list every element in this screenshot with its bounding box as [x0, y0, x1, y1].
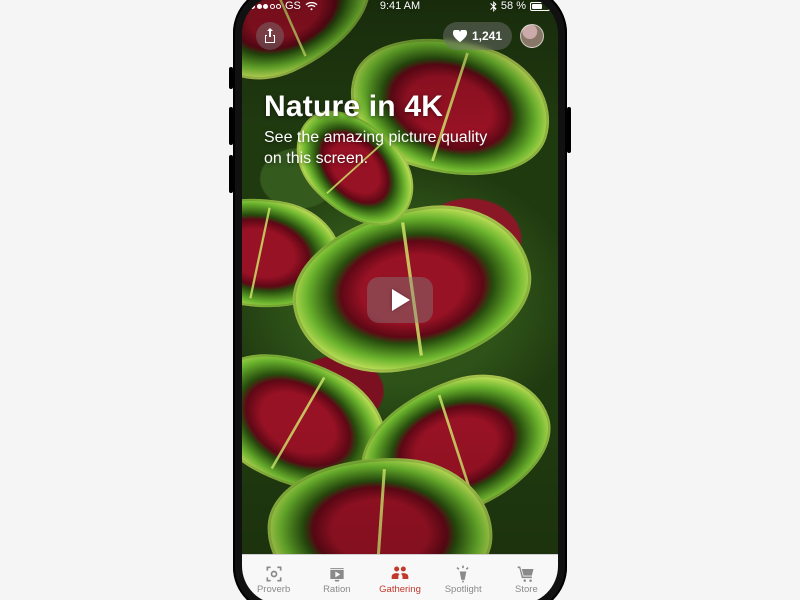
spotlight-icon: [452, 564, 474, 584]
wifi-icon: [305, 2, 318, 11]
status-bar: GS 9:41 AM 58 %: [242, 0, 558, 16]
signal-dots: [250, 4, 281, 9]
tab-proverb[interactable]: Proverb: [242, 555, 305, 600]
carrier-label: GS: [285, 0, 301, 12]
subtitle: See the amazing picture quality on this …: [264, 128, 504, 170]
share-button[interactable]: [256, 22, 284, 50]
headline: Nature in 4K See the amazing picture qua…: [264, 90, 536, 170]
tab-store[interactable]: Store: [495, 555, 558, 600]
tab-label: Ration: [323, 585, 350, 595]
top-actions: 1,241: [242, 22, 558, 50]
viewfinder-icon: [263, 564, 285, 584]
like-button[interactable]: 1,241: [443, 22, 512, 50]
tv-icon: [326, 564, 348, 584]
tab-bar: Proverb Ration Gathering Spotlight Store: [242, 554, 558, 600]
tab-label: Gathering: [379, 585, 421, 595]
battery-pct: 58 %: [501, 0, 526, 12]
screen: GS 9:41 AM 58 %: [242, 0, 558, 600]
bluetooth-icon: [490, 1, 497, 12]
tab-gathering[interactable]: Gathering: [368, 555, 431, 600]
tab-label: Store: [515, 585, 538, 595]
phone-frame: GS 9:41 AM 58 %: [233, 0, 567, 600]
play-button[interactable]: [367, 277, 433, 323]
battery-icon: [530, 2, 550, 11]
cart-icon: [515, 564, 537, 584]
power-button[interactable]: [567, 107, 571, 153]
volume-down-button[interactable]: [229, 155, 233, 193]
tab-spotlight[interactable]: Spotlight: [432, 555, 495, 600]
play-icon: [389, 288, 411, 312]
volume-up-button[interactable]: [229, 107, 233, 145]
clock: 9:41 AM: [380, 0, 420, 12]
like-count: 1,241: [472, 29, 502, 43]
heart-icon: [453, 30, 467, 42]
group-icon: [389, 564, 411, 584]
avatar[interactable]: [520, 24, 544, 48]
mute-switch[interactable]: [229, 67, 233, 89]
tab-ration[interactable]: Ration: [305, 555, 368, 600]
title: Nature in 4K: [264, 90, 536, 124]
tab-label: Proverb: [257, 585, 290, 595]
tab-label: Spotlight: [445, 585, 482, 595]
share-icon: [263, 28, 277, 44]
